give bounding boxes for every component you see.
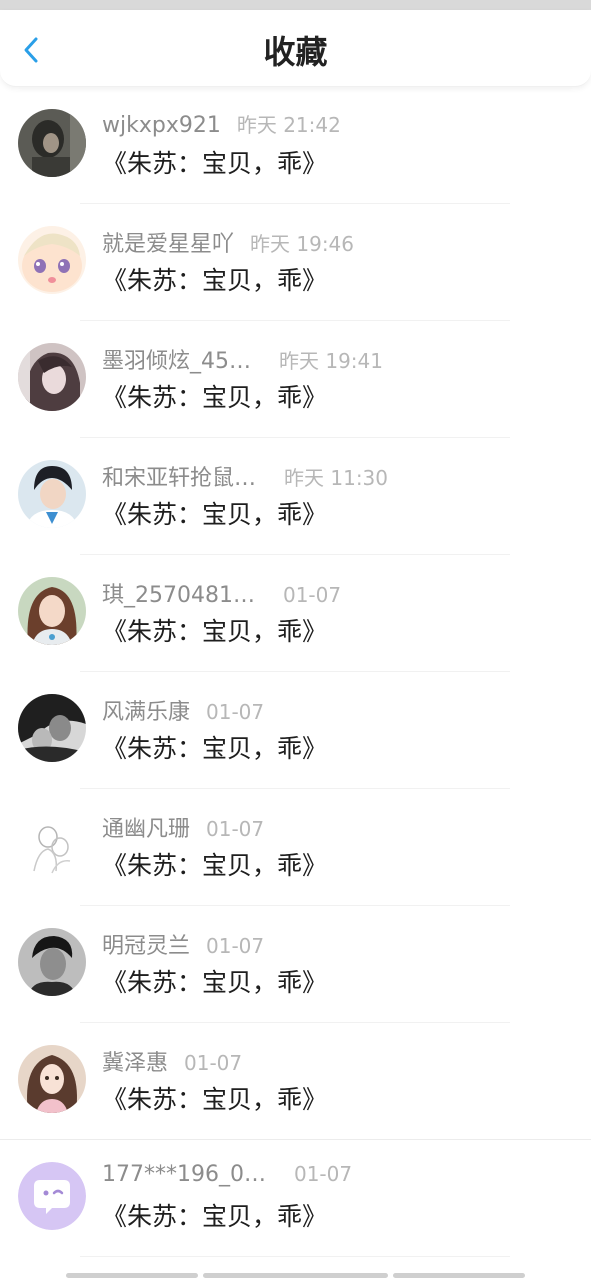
scroll-indicator (393, 1273, 525, 1278)
favorite-title[interactable]: 《朱苏：宝贝，乖》 (102, 147, 327, 181)
avatar[interactable] (18, 1162, 86, 1230)
favorite-title[interactable]: 《朱苏：宝贝，乖》 (102, 264, 327, 298)
nav-header: 收藏 (0, 10, 591, 87)
favorite-title[interactable]: 《朱苏：宝贝，乖》 (102, 849, 327, 883)
user-name[interactable]: 通幽凡珊 (102, 811, 190, 843)
avatar[interactable] (18, 694, 86, 762)
scroll-indicator (203, 1273, 388, 1278)
timestamp: 昨天 21:42 (236, 113, 341, 137)
list-item[interactable]: 风满乐康 01-07 《朱苏：宝贝，乖》 (0, 672, 591, 789)
avatar[interactable] (18, 343, 86, 411)
page-title: 收藏 (263, 33, 328, 71)
timestamp: 昨天 19:46 (250, 232, 355, 256)
item-meta: 琪_2570481… 01-07 (102, 577, 342, 609)
timestamp: 昨天 11:30 (284, 466, 389, 490)
favorite-title[interactable]: 《朱苏：宝贝，乖》 (102, 498, 327, 532)
favorite-title[interactable]: 《朱苏：宝贝，乖》 (102, 615, 327, 649)
user-name[interactable]: 琪_2570481… (102, 577, 255, 609)
favorite-title[interactable]: 《朱苏：宝贝，乖》 (102, 732, 327, 766)
avatar[interactable] (18, 811, 86, 879)
avatar[interactable] (18, 460, 86, 528)
timestamp: 01-07 (206, 700, 265, 724)
favorites-list: wjkxpx921 昨天 21:42 《朱苏：宝贝，乖》 就是爱星星吖 昨天 1… (0, 87, 591, 1257)
user-name[interactable]: 和宋亚轩抢鼠… (102, 460, 256, 492)
divider (80, 1256, 510, 1257)
scroll-indicator (66, 1273, 198, 1278)
user-name[interactable]: wjkxpx921 (102, 113, 221, 138)
user-name[interactable]: 177***196_0… (102, 1162, 266, 1187)
list-item[interactable]: wjkxpx921 昨天 21:42 《朱苏：宝贝，乖》 (0, 87, 591, 204)
list-item[interactable]: 和宋亚轩抢鼠… 昨天 11:30 《朱苏：宝贝，乖》 (0, 438, 591, 555)
status-bar-strip (0, 0, 591, 10)
favorite-title[interactable]: 《朱苏：宝贝，乖》 (102, 1083, 327, 1117)
user-name[interactable]: 就是爱星星吖 (102, 226, 234, 258)
avatar[interactable] (18, 1045, 86, 1113)
avatar[interactable] (18, 226, 86, 294)
favorite-title[interactable]: 《朱苏：宝贝，乖》 (102, 381, 327, 415)
item-meta: wjkxpx921 昨天 21:42 (102, 109, 341, 139)
item-meta: 就是爱星星吖 昨天 19:46 (102, 226, 355, 258)
item-meta: 177***196_0… 01-07 (102, 1162, 352, 1192)
favorite-title[interactable]: 《朱苏：宝贝，乖》 (102, 966, 327, 1000)
user-name[interactable]: 墨羽倾炫_45… (102, 343, 251, 375)
avatar[interactable] (18, 577, 86, 645)
avatar[interactable] (18, 109, 86, 177)
user-name[interactable]: 明冠灵兰 (102, 928, 190, 960)
list-item[interactable]: 通幽凡珊 01-07 《朱苏：宝贝，乖》 (0, 789, 591, 906)
list-item[interactable]: 琪_2570481… 01-07 《朱苏：宝贝，乖》 (0, 555, 591, 672)
timestamp: 01-07 (293, 1162, 353, 1186)
user-name[interactable]: 风满乐康 (102, 694, 190, 726)
list-item[interactable]: 明冠灵兰 01-07 《朱苏：宝贝，乖》 (0, 906, 591, 1023)
timestamp: 01-07 (206, 817, 265, 841)
item-meta: 冀泽惠 01-07 (102, 1045, 243, 1077)
favorite-title[interactable]: 《朱苏：宝贝，乖》 (102, 1200, 327, 1234)
item-meta: 通幽凡珊 01-07 (102, 811, 265, 843)
user-name[interactable]: 冀泽惠 (102, 1045, 168, 1077)
item-meta: 风满乐康 01-07 (102, 694, 265, 726)
timestamp: 01-07 (206, 934, 265, 958)
list-item[interactable]: 冀泽惠 01-07 《朱苏：宝贝，乖》 (0, 1023, 591, 1140)
item-meta: 明冠灵兰 01-07 (102, 928, 265, 960)
list-item[interactable]: 墨羽倾炫_45… 昨天 19:41 《朱苏：宝贝，乖》 (0, 321, 591, 438)
chat-bubble-icon (18, 1162, 86, 1230)
timestamp: 01-07 (282, 583, 342, 607)
item-meta: 和宋亚轩抢鼠… 昨天 11:30 (102, 460, 389, 492)
item-meta: 墨羽倾炫_45… 昨天 19:41 (102, 343, 383, 375)
timestamp: 昨天 19:41 (279, 349, 383, 373)
avatar[interactable] (18, 928, 86, 996)
list-item[interactable]: 就是爱星星吖 昨天 19:46 《朱苏：宝贝，乖》 (0, 204, 591, 321)
timestamp: 01-07 (184, 1051, 243, 1075)
list-item[interactable]: 177***196_0… 01-07 《朱苏：宝贝，乖》 (0, 1140, 591, 1257)
